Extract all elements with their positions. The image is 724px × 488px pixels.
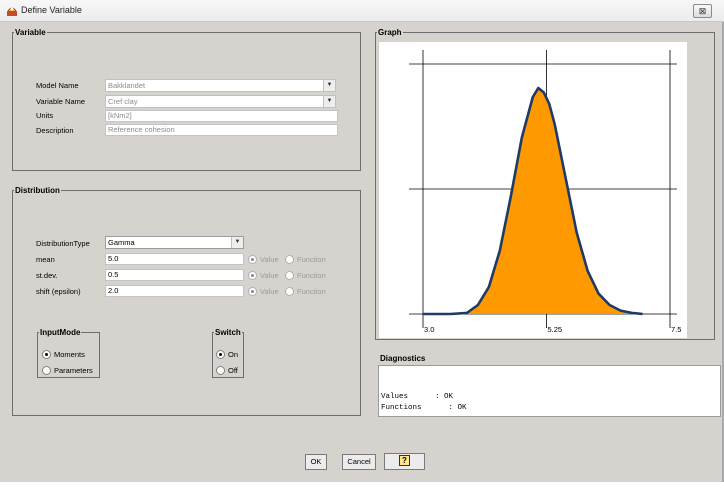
diagnostics-title: Diagnostics <box>380 354 426 363</box>
cancel-button[interactable]: Cancel <box>342 454 376 470</box>
density-area <box>423 88 643 314</box>
shift-label: shift (epsilon) <box>36 287 81 296</box>
distribution-group: Distribution <box>12 186 361 416</box>
description-label: Description <box>36 126 74 135</box>
units-field[interactable]: [kNm2] <box>105 110 338 122</box>
chevron-down-icon: ▼ <box>323 80 335 91</box>
parameters-radio[interactable]: Parameters <box>42 366 93 375</box>
stdev-value-radio[interactable]: Value <box>248 271 279 280</box>
mean-value-radio[interactable]: Value <box>248 255 279 264</box>
switch-legend: Switch <box>215 328 241 337</box>
stdev-field[interactable]: 0.5 <box>105 269 244 281</box>
distribution-chart: 3.0 5.25 7.5 <box>379 42 687 338</box>
app-icon <box>7 7 17 16</box>
x-tick-label: 3.0 <box>424 325 434 334</box>
input-mode-legend: InputMode <box>40 328 81 337</box>
title-bar: Define Variable ⊠ <box>0 0 724 22</box>
distribution-type-value: Gamma <box>108 238 135 247</box>
model-name-select[interactable]: Bakklandet ▼ <box>105 79 336 92</box>
stdev-function-radio[interactable]: Function <box>285 271 326 280</box>
mean-function-radio[interactable]: Function <box>285 255 326 264</box>
close-button[interactable]: ⊠ <box>693 4 712 18</box>
graph-legend: Graph <box>378 28 402 37</box>
description-field[interactable]: Reference cohesion <box>105 124 338 136</box>
variable-name-label: Variable Name <box>36 97 86 106</box>
close-icon: ⊠ <box>698 6 707 16</box>
distribution-type-select[interactable]: Gamma ▼ <box>105 236 244 249</box>
distribution-type-label: DistributionType <box>36 239 90 248</box>
stdev-label: st.dev. <box>36 271 58 280</box>
units-label: Units <box>36 111 54 120</box>
diagnostics-line: Functions : OK <box>381 404 467 412</box>
variable-name-value: Cref clay <box>108 97 138 106</box>
model-name-value: Bakklandet <box>108 81 146 90</box>
shift-value-radio[interactable]: Value <box>248 287 279 296</box>
moments-radio[interactable]: Moments <box>42 350 85 359</box>
window-title: Define Variable <box>21 5 82 15</box>
x-tick-label: 7.5 <box>671 325 681 334</box>
model-name-label: Model Name <box>36 81 79 90</box>
variable-name-select[interactable]: Cref clay ▼ <box>105 95 336 108</box>
diagnostics-line: Values : OK <box>381 393 454 401</box>
mean-field[interactable]: 5.0 <box>105 253 244 265</box>
x-tick-label: 5.25 <box>548 325 563 334</box>
diagnostics-output: Values : OK Functions : OK <box>378 365 721 417</box>
distribution-legend: Distribution <box>15 186 60 195</box>
shift-function-radio[interactable]: Function <box>285 287 326 296</box>
help-button[interactable]: ? <box>384 453 425 470</box>
shift-field[interactable]: 2.0 <box>105 285 244 297</box>
chevron-down-icon: ▼ <box>231 237 243 248</box>
chevron-down-icon: ▼ <box>323 96 335 107</box>
ok-button[interactable]: OK <box>305 454 327 470</box>
variable-legend: Variable <box>15 28 46 37</box>
help-icon: ? <box>399 455 410 466</box>
mean-label: mean <box>36 255 55 264</box>
switch-off-radio[interactable]: Off <box>216 366 238 375</box>
switch-on-radio[interactable]: On <box>216 350 238 359</box>
window-bottom <box>0 482 724 488</box>
